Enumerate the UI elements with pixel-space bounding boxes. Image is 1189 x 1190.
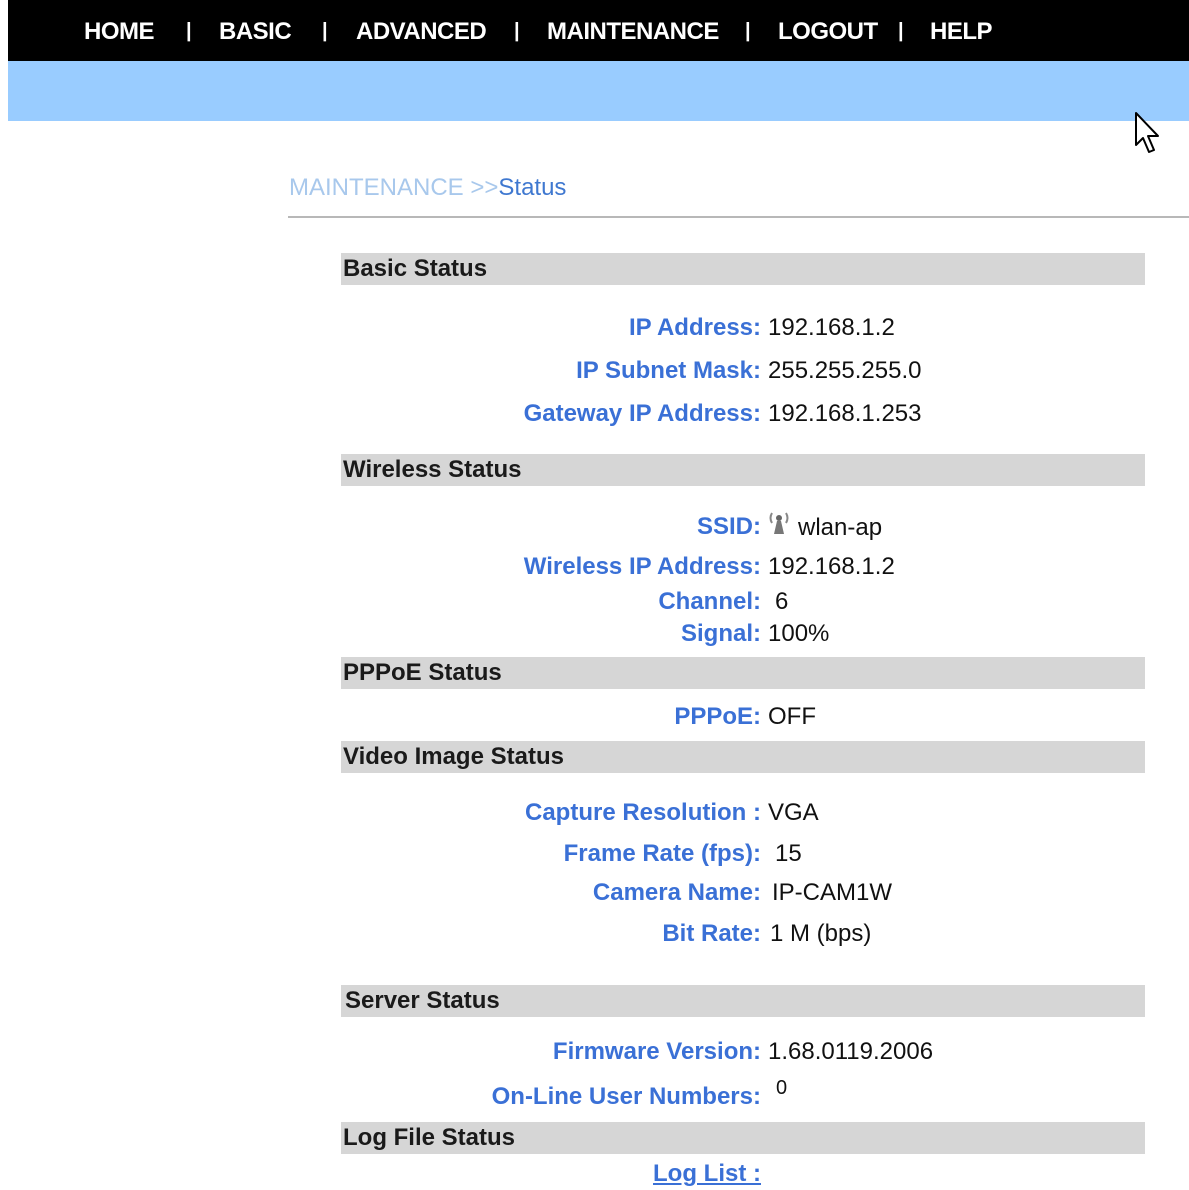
ssid-label: SSID: xyxy=(696,513,761,540)
section-title: Basic Status xyxy=(343,255,488,282)
pppoe-value: OFF xyxy=(768,703,816,730)
log-list-link[interactable]: Log List : xyxy=(653,1160,761,1188)
bit-rate-value: 1 M (bps) xyxy=(770,920,872,947)
nav-separator: | xyxy=(898,20,904,42)
channel-value: 6 xyxy=(775,588,789,615)
firmware-version-label: Firmware Version: xyxy=(552,1038,761,1065)
section-header-basic-status: Basic Status xyxy=(341,253,1145,285)
nav-advanced-link[interactable]: ADVANCED xyxy=(356,18,487,46)
breadcrumb-parent[interactable]: MAINTENANCE xyxy=(289,174,464,201)
breadcrumb-separator: >> xyxy=(470,174,499,201)
capture-resolution-value: VGA xyxy=(768,799,819,826)
camera-name-value: IP-CAM1W xyxy=(772,879,892,906)
breadcrumb-current: Status xyxy=(498,174,567,201)
breadcrumb-divider xyxy=(288,216,1189,218)
section-title: PPPoE Status xyxy=(343,659,502,686)
header-band xyxy=(8,61,1189,121)
wireless-ip-value: 192.168.1.2 xyxy=(768,553,895,580)
section-title: Server Status xyxy=(345,987,500,1014)
section-header-video-status: Video Image Status xyxy=(341,741,1145,773)
subnet-mask-value: 255.255.255.0 xyxy=(768,357,922,384)
capture-resolution-label: Capture Resolution : xyxy=(524,799,761,826)
camera-name-label: Camera Name: xyxy=(592,879,761,906)
channel-label: Channel: xyxy=(658,588,761,615)
nav-basic-link[interactable]: BASIC xyxy=(219,18,292,46)
pppoe-label: PPPoE: xyxy=(674,703,761,730)
ip-address-value: 192.168.1.2 xyxy=(768,314,895,341)
nav-separator: | xyxy=(322,20,328,42)
signal-value: 100% xyxy=(768,620,830,647)
firmware-version-value: 1.68.0119.2006 xyxy=(768,1038,934,1065)
section-title: Wireless Status xyxy=(343,456,522,483)
frame-rate-value: 15 xyxy=(775,840,802,867)
subnet-mask-label: IP Subnet Mask: xyxy=(576,357,761,384)
gateway-label: Gateway IP Address: xyxy=(523,400,761,427)
ssid-value-group: wlan-ap xyxy=(768,510,883,541)
section-header-log-status: Log File Status xyxy=(341,1122,1145,1154)
section-title: Log File Status xyxy=(343,1124,516,1151)
nav-maintenance-link[interactable]: MAINTENANCE xyxy=(547,18,719,46)
nav-help-link[interactable]: HELP xyxy=(930,18,993,46)
mouse-cursor-icon xyxy=(1135,112,1159,153)
section-header-wireless-status: Wireless Status xyxy=(341,454,1145,486)
section-title: Video Image Status xyxy=(343,743,564,770)
online-users-label: On-Line User Numbers: xyxy=(491,1083,761,1110)
nav-separator: | xyxy=(186,20,192,42)
online-users-value: 0 xyxy=(776,1077,788,1099)
gateway-value: 192.168.1.253 xyxy=(768,400,922,427)
section-header-pppoe-status: PPPoE Status xyxy=(341,657,1145,689)
antenna-icon xyxy=(769,512,789,534)
wireless-ip-label: Wireless IP Address: xyxy=(523,553,761,580)
section-header-server-status: Server Status xyxy=(341,985,1145,1017)
top-nav-bar: HOME | BASIC | ADVANCED | MAINTENANCE | … xyxy=(8,0,1189,61)
nav-separator: | xyxy=(514,20,520,42)
breadcrumb: MAINTENANCE >>Status xyxy=(289,174,566,202)
nav-home-link[interactable]: HOME xyxy=(84,18,155,46)
bit-rate-label: Bit Rate: xyxy=(662,920,761,947)
frame-rate-label: Frame Rate (fps): xyxy=(563,840,761,867)
signal-label: Signal: xyxy=(680,620,761,647)
nav-separator: | xyxy=(745,20,751,42)
nav-logout-link[interactable]: LOGOUT xyxy=(778,18,878,46)
ssid-value: wlan-ap xyxy=(798,514,883,541)
ip-address-label: IP Address: xyxy=(628,314,761,341)
